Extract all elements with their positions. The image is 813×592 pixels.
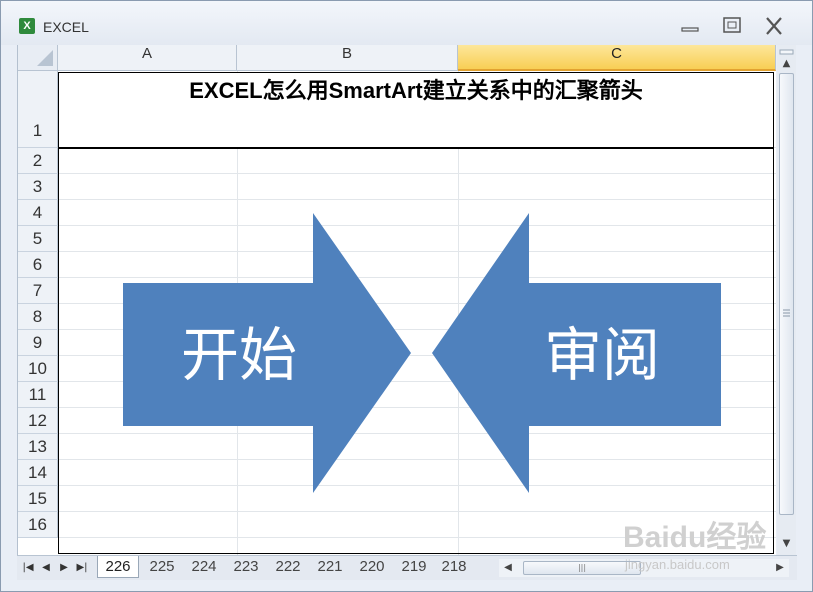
sheet-tab-225[interactable]: 225 (141, 556, 183, 578)
column-header-a[interactable]: A (58, 45, 237, 71)
sheet-tab-218[interactable]: 218 (437, 556, 471, 578)
spreadsheet-grid[interactable]: A B C 1 2 3 4 5 6 7 8 9 10 11 12 13 14 15 16 EXCEL怎么用Sm… (17, 45, 776, 555)
watermark-logo: Baidu经验 (623, 520, 766, 554)
split-handle[interactable] (777, 45, 796, 55)
row-header-3[interactable]: 3 (18, 174, 58, 200)
scroll-right-icon[interactable]: ▶ (771, 559, 789, 577)
minimize-icon[interactable] (677, 15, 703, 37)
first-sheet-icon[interactable]: |◀ (21, 560, 35, 576)
row-header-2[interactable]: 2 (18, 148, 58, 174)
smartart-frame[interactable]: 开始 审阅 (58, 148, 774, 554)
excel-icon: X (19, 18, 35, 34)
sheet-tab-222[interactable]: 222 (267, 556, 309, 578)
scroll-left-icon[interactable]: ◀ (499, 559, 517, 577)
scroll-down-icon[interactable]: ▼ (777, 535, 796, 553)
merged-title-cell[interactable]: EXCEL怎么用SmartArt建立关系中的汇聚箭头 (58, 72, 774, 148)
vertical-scrollbar[interactable]: ▲ ▼ (777, 45, 796, 555)
row-header-7[interactable]: 7 (18, 278, 58, 304)
row-header-12[interactable]: 12 (18, 408, 58, 434)
prev-sheet-icon[interactable]: ◀ (39, 560, 53, 576)
vertical-scroll-thumb[interactable] (779, 73, 794, 515)
last-sheet-icon[interactable]: ▶| (75, 560, 89, 576)
next-sheet-icon[interactable]: ▶ (57, 560, 71, 576)
sheet-tab-226[interactable]: 226 (97, 556, 139, 578)
row-header-6[interactable]: 6 (18, 252, 58, 278)
excel-window: X EXCEL A B C 1 2 3 4 5 6 7 8 9 10 11 12 13 14 15 16 EX… (0, 0, 813, 592)
title-bar: X EXCEL (1, 1, 812, 45)
row-header-8[interactable]: 8 (18, 304, 58, 330)
sheet-tab-223[interactable]: 223 (225, 556, 267, 578)
row-header-16[interactable]: 16 (18, 512, 58, 538)
maximize-icon[interactable] (719, 15, 745, 37)
row-header-14[interactable]: 14 (18, 460, 58, 486)
baidu-watermark: Baidu经验 jingyan.baidu.com (623, 509, 773, 585)
row-header-5[interactable]: 5 (18, 226, 58, 252)
row-header-13[interactable]: 13 (18, 434, 58, 460)
row-header-10[interactable]: 10 (18, 356, 58, 382)
close-icon[interactable] (761, 15, 787, 37)
window-title: EXCEL (43, 19, 89, 35)
row-header-15[interactable]: 15 (18, 486, 58, 512)
row-header-1[interactable]: 1 (18, 71, 58, 148)
column-header-c[interactable]: C (458, 45, 776, 71)
left-arrow-label: 开始 (181, 321, 297, 389)
right-arrow-label: 审阅 (544, 321, 660, 389)
sheet-tab-221[interactable]: 221 (309, 556, 351, 578)
sheet-tab-220[interactable]: 220 (351, 556, 393, 578)
row-header-11[interactable]: 11 (18, 382, 58, 408)
row-header-9[interactable]: 9 (18, 330, 58, 356)
scroll-up-icon[interactable]: ▲ (777, 55, 796, 73)
column-header-b[interactable]: B (237, 45, 458, 71)
row-header-4[interactable]: 4 (18, 200, 58, 226)
select-all-corner[interactable] (18, 45, 58, 71)
sheet-tab-224[interactable]: 224 (183, 556, 225, 578)
watermark-url: jingyan.baidu.com (624, 557, 730, 572)
smartart-graphic: 开始 审阅 (123, 213, 721, 493)
sheet-tab-219[interactable]: 219 (393, 556, 435, 578)
